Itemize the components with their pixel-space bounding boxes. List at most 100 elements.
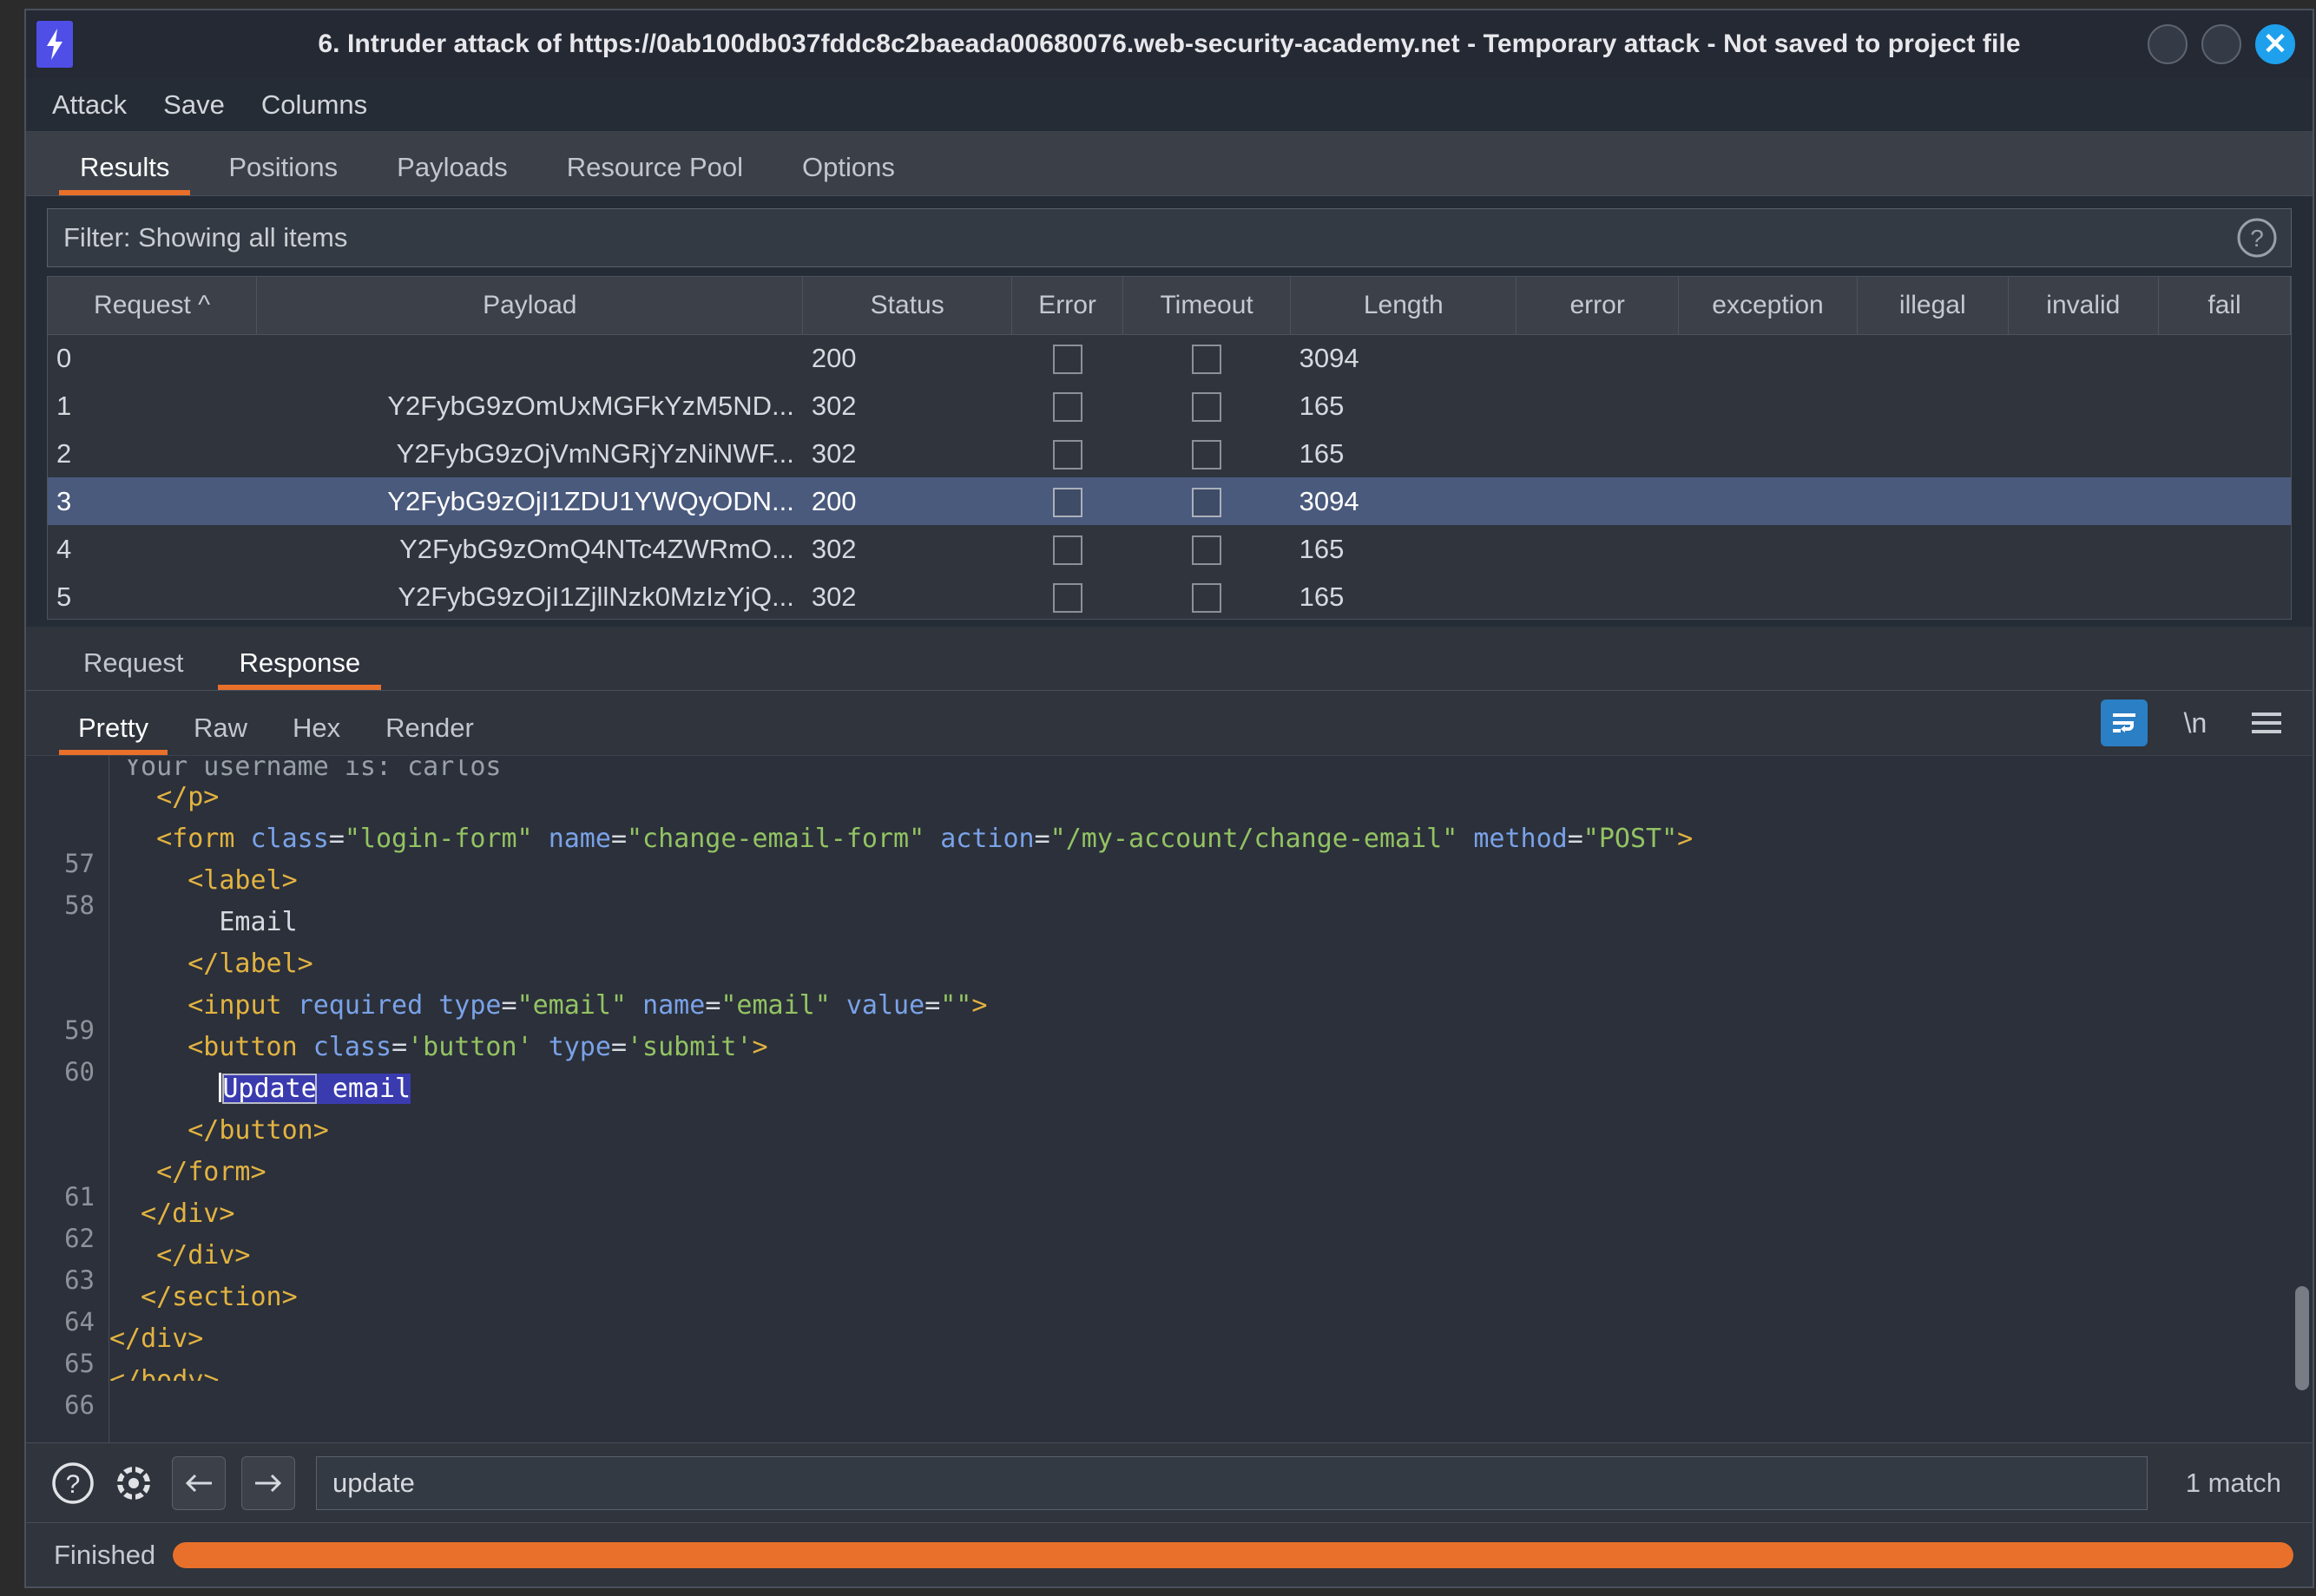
column-header-payload[interactable]: Payload [256,277,804,335]
svg-text:?: ? [66,1470,81,1499]
cell-invalid [2008,334,2159,382]
cell-illegal [1857,477,2009,525]
close-icon[interactable]: ✕ [2255,24,2295,64]
window-controls: ✕ [2148,24,2295,64]
column-header-request[interactable]: Request ^ [48,277,258,335]
cell-length: 165 [1299,437,1345,469]
filter-bar[interactable]: Filter: Showing all items ? [47,208,2292,267]
cell-illegal [1858,430,2009,477]
code-vertical-scrollbar[interactable] [2295,756,2309,1442]
minimize-button[interactable] [2148,24,2188,64]
checkbox[interactable] [1192,391,1222,422]
cell-error-checkbox[interactable] [1012,430,1123,477]
cell-fail [2159,382,2291,430]
tab-response[interactable]: Response [211,647,388,690]
cell-timeout-checkbox[interactable] [1122,477,1291,525]
table-header-row: Request ^ Payload Status Error Timeout L… [48,277,2291,335]
checkbox[interactable] [1052,582,1082,613]
column-header-status[interactable]: Status [802,277,1013,335]
search-next-button[interactable] [241,1455,295,1510]
line-number: 61 [64,1182,95,1212]
scrollbar-thumb[interactable] [2295,1286,2309,1390]
cell-timeout-checkbox[interactable] [1123,382,1291,430]
column-header-length[interactable]: Length [1290,277,1517,335]
cell-payload: Y2FybG9zOmQ4NTc4ZWRmO... [399,533,794,564]
table-row[interactable]: 1 Y2FybG9zOmUxMGFkYzM5ND... 302 165 [48,382,2291,430]
table-row[interactable]: 5 Y2FybG9zOjI1ZjllNzk0MzIzYjQ... 302 165 [48,573,2291,619]
cell-invalid [2008,573,2159,619]
checkbox[interactable] [1052,535,1082,565]
cell-error-checkbox[interactable] [1012,573,1123,619]
question-mark-icon[interactable]: ? [2235,216,2279,259]
hamburger-menu-icon[interactable] [2243,699,2290,746]
checkbox[interactable] [1192,535,1222,565]
tab-payloads[interactable]: Payloads [367,152,537,195]
cell-error-checkbox[interactable] [1011,477,1123,525]
table-row-selected[interactable]: 3 Y2FybG9zOjI1ZDU1YWQyODN... 200 3094 [48,477,2291,525]
newline-icon[interactable]: \n [2172,699,2219,746]
checkbox[interactable] [1192,439,1222,470]
cell-error-checkbox[interactable] [1012,525,1123,573]
intruder-attack-window: 6. Intruder attack of https://0ab100db03… [24,9,2314,1588]
cell-exception [1678,430,1857,477]
gear-icon[interactable] [111,1461,156,1506]
checkbox[interactable] [1192,345,1222,375]
column-header-invalid[interactable]: invalid [2008,277,2160,335]
cell-exception [1678,382,1857,430]
menu-item-columns[interactable]: Columns [261,89,367,121]
menu-item-attack[interactable]: Attack [52,89,127,121]
checkbox[interactable] [1192,582,1222,613]
search-input[interactable]: update [316,1455,2148,1510]
background-left-strip [0,0,26,1596]
column-header-timeout[interactable]: Timeout [1122,277,1292,335]
cell-timeout-checkbox[interactable] [1123,334,1291,382]
tab-pretty[interactable]: Pretty [56,713,171,755]
cell-error-checkbox[interactable] [1012,382,1123,430]
word-wrap-icon[interactable] [2101,699,2148,746]
search-match-current: Update [222,1074,317,1104]
code-line: </body> [109,1365,220,1381]
line-number: 65 [64,1349,95,1378]
response-code-viewer[interactable]: . 57 58 59 60 61 62 63 64 65 66 Your use… [26,755,2313,1442]
checkbox[interactable] [1052,345,1082,375]
cell-timeout-checkbox[interactable] [1123,573,1291,619]
cell-invalid [2008,430,2159,477]
checkbox[interactable] [1052,487,1082,517]
column-header-fail[interactable]: fail [2158,277,2291,335]
tab-request[interactable]: Request [56,647,211,690]
tab-positions[interactable]: Positions [199,152,367,195]
menu-item-save[interactable]: Save [163,89,225,121]
question-mark-icon[interactable]: ? [50,1461,95,1506]
tab-raw[interactable]: Raw [171,713,270,755]
view-toolbar: \n [2101,699,2290,746]
cell-request: 4 [56,533,72,564]
column-header-exception[interactable]: exception [1678,277,1859,335]
tab-resource-pool[interactable]: Resource Pool [537,152,773,195]
column-header-error-kw[interactable]: error [1516,277,1679,335]
cell-illegal [1858,573,2009,619]
checkbox[interactable] [1052,439,1082,470]
cell-timeout-checkbox[interactable] [1123,525,1291,573]
cell-timeout-checkbox[interactable] [1123,430,1291,477]
window-titlebar: 6. Intruder attack of https://0ab100db03… [26,10,2313,78]
line-number [26,1134,109,1176]
search-match: email [316,1074,411,1104]
tab-options[interactable]: Options [773,152,924,195]
checkbox[interactable] [1052,391,1082,422]
code-content[interactable]: Your username is: carlos </p> <form clas… [109,756,2313,1442]
column-header-illegal[interactable]: illegal [1857,277,2009,335]
search-prev-button[interactable] [172,1455,226,1510]
tab-render[interactable]: Render [363,713,497,755]
table-row[interactable]: 4 Y2FybG9zOmQ4NTc4ZWRmO... 302 165 [48,525,2291,573]
table-row[interactable]: 0 200 3094 [48,334,2291,382]
table-row[interactable]: 2 Y2FybG9zOjVmNGRjYzNiNWF... 302 165 [48,430,2291,477]
line-number: 58 [64,890,95,920]
tab-hex[interactable]: Hex [270,713,363,755]
maximize-button[interactable] [2201,24,2241,64]
results-table-container[interactable]: Request ^ Payload Status Error Timeout L… [47,276,2292,620]
tab-results[interactable]: Results [50,152,199,195]
column-header-error[interactable]: Error [1011,277,1124,335]
main-tab-strip: Results Positions Payloads Resource Pool… [26,132,2313,196]
cell-error-checkbox[interactable] [1012,334,1123,382]
checkbox[interactable] [1192,487,1222,517]
